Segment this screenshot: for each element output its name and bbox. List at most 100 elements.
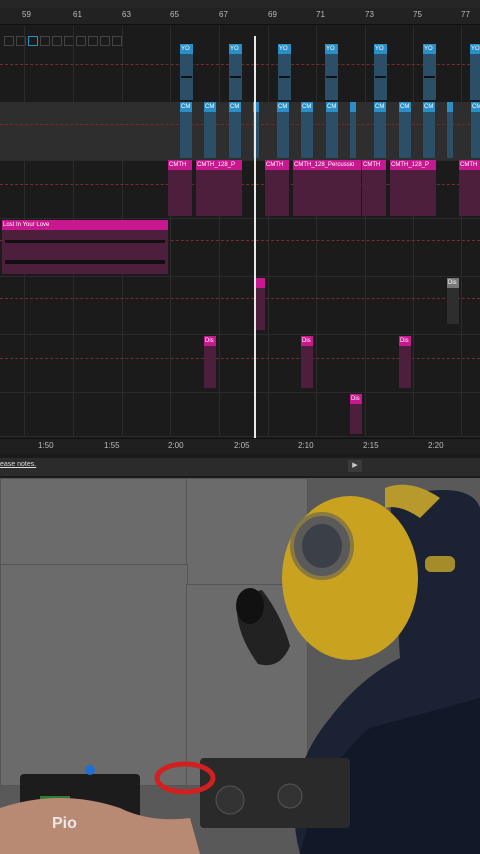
audio-clip[interactable]: CM bbox=[301, 102, 313, 158]
clip-label: YO bbox=[325, 44, 338, 54]
daw-arrangement-view: 59 61 63 65 67 69 71 73 75 77 YO YO YO Y… bbox=[0, 0, 480, 478]
audio-clip[interactable]: CMTH bbox=[168, 160, 192, 216]
audio-clip[interactable]: YO bbox=[278, 44, 291, 100]
clip-label: CM bbox=[471, 102, 480, 112]
track-lane[interactable]: CM CM CM CM CM CM CM CM CM CM bbox=[0, 102, 480, 161]
clip-label: Dis bbox=[399, 336, 411, 346]
audio-clip[interactable]: YO bbox=[374, 44, 387, 100]
bar-number: 77 bbox=[461, 10, 470, 19]
clip-label: YO bbox=[470, 44, 480, 54]
bar-number: 65 bbox=[170, 10, 179, 19]
audio-clip[interactable] bbox=[350, 102, 356, 158]
clip-label: Lost In Your Love bbox=[2, 220, 168, 230]
audio-clip[interactable]: Dis bbox=[399, 336, 411, 388]
audio-clip[interactable]: YO bbox=[470, 44, 480, 100]
bar-number: 69 bbox=[268, 10, 277, 19]
clip-label: Dis bbox=[447, 278, 459, 288]
clip-label: YO bbox=[180, 44, 193, 54]
audio-clip[interactable]: CM bbox=[180, 102, 192, 158]
clip-label: CMTH_128_Percussio bbox=[293, 160, 361, 170]
clip-label: CM bbox=[180, 102, 192, 112]
time-label: 1:55 bbox=[104, 441, 120, 450]
play-icon[interactable]: ▶ bbox=[348, 460, 362, 472]
track-lanes: YO YO YO YO YO YO YO CM CM CM CM CM CM C… bbox=[0, 26, 480, 437]
clip-label: CMTH_128_P bbox=[196, 160, 242, 170]
bar-number: 71 bbox=[316, 10, 325, 19]
audio-clip[interactable]: CMTH_128_P bbox=[196, 160, 242, 216]
bar-number: 61 bbox=[73, 10, 82, 19]
track-lane[interactable]: Dis bbox=[0, 276, 480, 335]
track-lane[interactable]: CMTH CMTH_128_P CMTH CMTH_128_Percussio … bbox=[0, 160, 480, 219]
clip-label: CM bbox=[374, 102, 386, 112]
audio-clip[interactable]: CM bbox=[471, 102, 480, 158]
clip-label: Dis bbox=[204, 336, 216, 346]
clip-label: YO bbox=[278, 44, 291, 54]
clip-label: YO bbox=[423, 44, 436, 54]
clip-label: YO bbox=[229, 44, 242, 54]
audio-clip[interactable]: CM bbox=[229, 102, 241, 158]
track-lane[interactable]: YO YO YO YO YO YO YO bbox=[0, 44, 480, 103]
time-label: 2:20 bbox=[428, 441, 444, 450]
audio-clip[interactable]: CMTH bbox=[459, 160, 480, 216]
time-label: 2:00 bbox=[168, 441, 184, 450]
bar-number: 59 bbox=[22, 10, 31, 19]
audio-clip[interactable] bbox=[255, 278, 265, 330]
status-bar: ease notes. ▶ bbox=[0, 458, 480, 476]
audio-clip[interactable]: YO bbox=[325, 44, 338, 100]
clip-label: CM bbox=[423, 102, 435, 112]
clip-label: CM bbox=[301, 102, 313, 112]
time-ruler[interactable]: 1:50 1:55 2:00 2:05 2:10 2:15 2:20 bbox=[0, 438, 480, 453]
time-label: 1:50 bbox=[38, 441, 54, 450]
audio-clip[interactable] bbox=[447, 102, 453, 158]
audio-clip[interactable]: YO bbox=[423, 44, 436, 100]
playhead[interactable] bbox=[254, 36, 256, 438]
clip-label: CMTH bbox=[362, 160, 386, 170]
clip-label: CM bbox=[277, 102, 289, 112]
bar-number: 63 bbox=[122, 10, 131, 19]
audio-clip[interactable]: YO bbox=[229, 44, 242, 100]
bar-number: 67 bbox=[219, 10, 228, 19]
audio-clip[interactable]: Dis bbox=[350, 394, 362, 434]
time-label: 2:10 bbox=[298, 441, 314, 450]
clip-label: Dis bbox=[350, 394, 362, 404]
overview-strip[interactable] bbox=[0, 0, 480, 8]
audio-clip[interactable]: Dis bbox=[447, 278, 459, 324]
track-lane[interactable]: Lost In Your Love bbox=[0, 218, 480, 277]
clip-label: CM bbox=[326, 102, 338, 112]
audio-clip[interactable]: CM bbox=[399, 102, 411, 158]
bar-ruler[interactable]: 59 61 63 65 67 69 71 73 75 77 bbox=[0, 8, 480, 25]
audio-clip[interactable]: CMTH bbox=[265, 160, 289, 216]
audio-clip[interactable]: CM bbox=[374, 102, 386, 158]
audio-clip[interactable]: CM bbox=[423, 102, 435, 158]
track-lane[interactable]: Dis bbox=[0, 392, 480, 437]
clip-label: CMTH bbox=[168, 160, 192, 170]
clip-label: CM bbox=[229, 102, 241, 112]
webcam-feed: Pio bbox=[0, 478, 480, 854]
audio-clip[interactable]: Dis bbox=[204, 336, 216, 388]
release-notes-link[interactable]: ease notes. bbox=[0, 461, 36, 468]
audio-clip[interactable]: CMTH_128_Percussio bbox=[293, 160, 361, 216]
time-label: 2:15 bbox=[363, 441, 379, 450]
dj-scene: Pio bbox=[0, 484, 480, 854]
audio-clip[interactable]: CM bbox=[204, 102, 216, 158]
hands bbox=[0, 798, 200, 854]
clip-label: CM bbox=[399, 102, 411, 112]
audio-clip[interactable]: CMTH_128_P bbox=[390, 160, 436, 216]
clip-label: CM bbox=[204, 102, 216, 112]
clip-label: Dis bbox=[301, 336, 313, 346]
track-lane[interactable]: Dis Dis Dis bbox=[0, 334, 480, 393]
equipment-logo-text: Pio bbox=[52, 815, 77, 832]
clip-label: CMTH bbox=[265, 160, 289, 170]
audio-clip[interactable]: CM bbox=[326, 102, 338, 158]
clip-label: CMTH_128_P bbox=[390, 160, 436, 170]
time-label: 2:05 bbox=[234, 441, 250, 450]
bar-number: 75 bbox=[413, 10, 422, 19]
clip-label: YO bbox=[374, 44, 387, 54]
bar-number: 73 bbox=[365, 10, 374, 19]
audio-clip[interactable]: CM bbox=[277, 102, 289, 158]
audio-clip[interactable]: CMTH bbox=[362, 160, 386, 216]
audio-clip-lost-in-your-love[interactable]: Lost In Your Love bbox=[2, 220, 168, 274]
audio-clip[interactable]: YO bbox=[180, 44, 193, 100]
audio-clip[interactable]: Dis bbox=[301, 336, 313, 388]
clip-label: CMTH bbox=[459, 160, 480, 170]
